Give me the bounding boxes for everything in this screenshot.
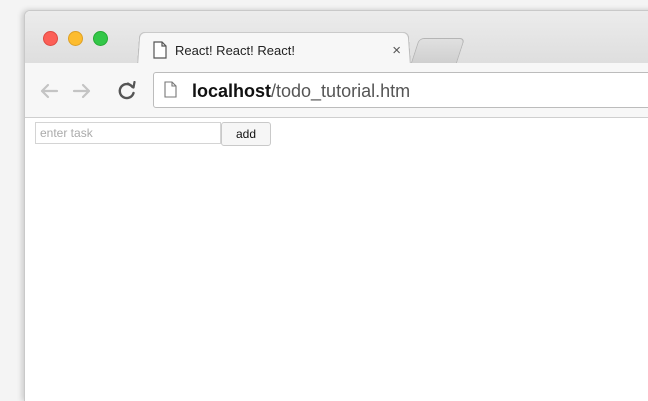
tab-title: React! React! React! [175,42,295,58]
close-window-button[interactable] [43,31,58,46]
url-host: localhost [192,81,272,101]
arrow-left-icon [40,83,59,99]
back-button[interactable] [38,80,60,102]
address-bar[interactable]: localhost/todo_tutorial.htm [153,72,648,108]
arrow-right-icon [72,83,91,99]
add-button[interactable]: add [221,122,271,146]
browser-window: React! React! React! × localhost/todo_tu… [24,10,648,401]
close-tab-icon[interactable]: × [392,42,401,59]
title-bar: React! React! React! × [25,11,648,66]
browser-toolbar: localhost/todo_tutorial.htm [25,63,648,118]
page-icon [153,41,167,59]
browser-tab-content: React! React! React! × [153,37,403,63]
url-text[interactable]: localhost/todo_tutorial.htm [192,81,410,102]
forward-button[interactable] [71,80,93,102]
page-content: add [25,118,648,401]
minimize-window-button[interactable] [68,31,83,46]
reload-button[interactable] [116,80,138,102]
new-tab-button[interactable] [410,38,466,63]
url-path: /todo_tutorial.htm [271,81,411,101]
maximize-window-button[interactable] [93,31,108,46]
page-icon [164,81,177,98]
task-input[interactable] [35,122,221,144]
reload-icon [118,81,136,100]
